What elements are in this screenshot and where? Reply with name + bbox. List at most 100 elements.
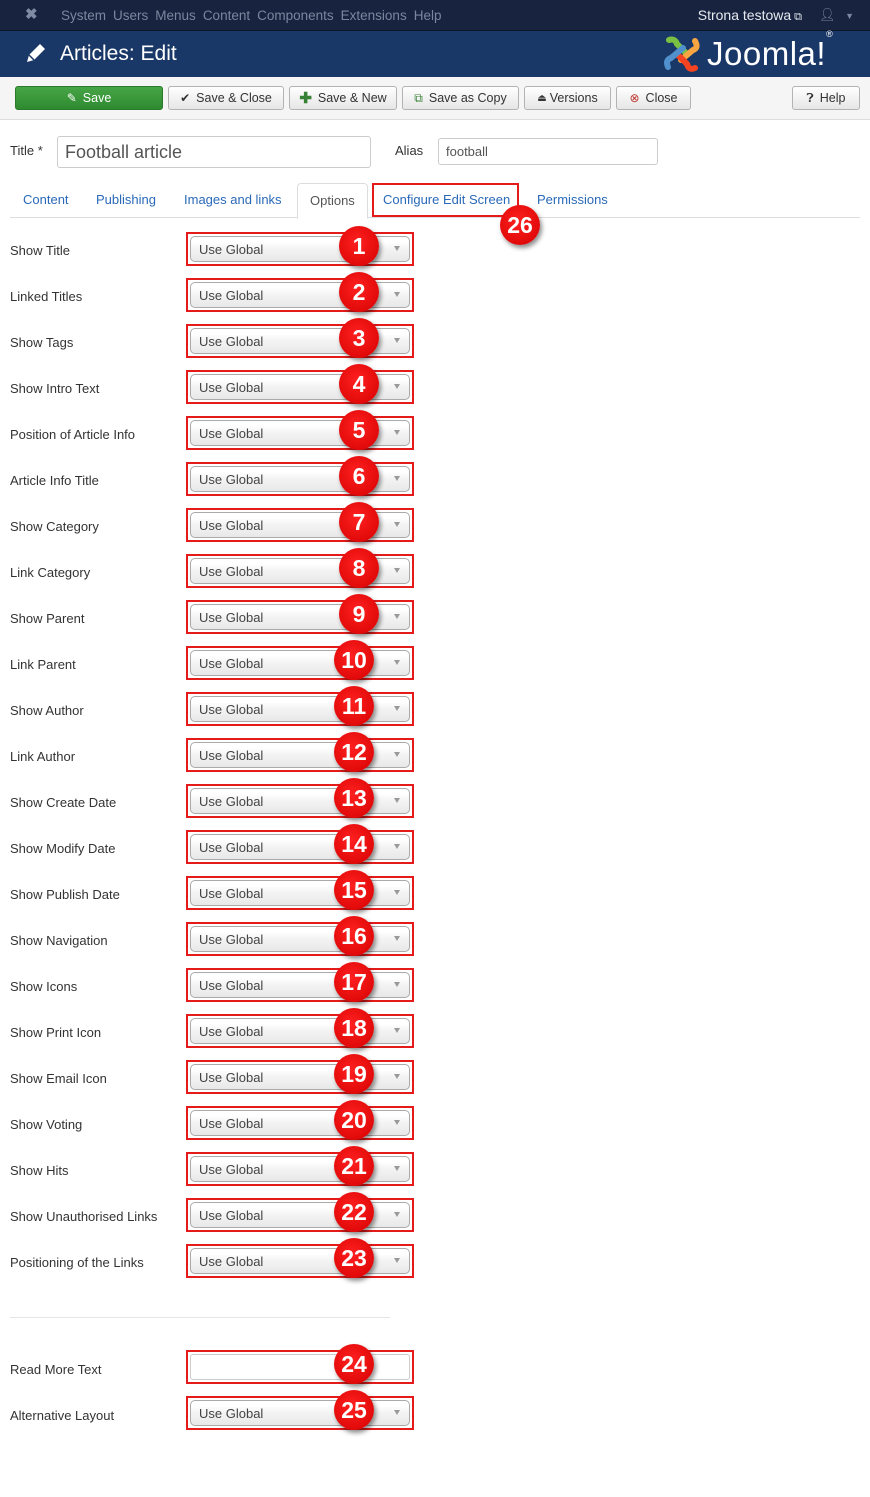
menu-extensions[interactable]: Extensions <box>341 8 407 23</box>
title-label: Title * <box>10 143 43 158</box>
cancel-icon: ⊗ <box>629 91 640 105</box>
show-create-date-label: Show Create Date <box>10 795 117 810</box>
annotation-box <box>186 508 414 542</box>
save-button[interactable]: ✎ Save <box>15 86 163 110</box>
annotation-box <box>372 183 519 217</box>
page-title: Articles: Edit <box>60 42 177 65</box>
tab-options[interactable]: Options <box>297 183 368 219</box>
alias-value: football <box>446 144 488 159</box>
annotation-box <box>186 1396 414 1430</box>
link-parent-label: Link Parent <box>10 657 76 672</box>
annotation-box <box>186 554 414 588</box>
archive-icon: ⏏ <box>537 92 547 104</box>
show-publish-date-label: Show Publish Date <box>10 887 120 902</box>
annotation-box <box>186 1106 414 1140</box>
annotation-badge: 7 <box>339 502 379 542</box>
save-new-label: Save & New <box>317 91 387 105</box>
joomla-icon[interactable]: ✖ <box>25 7 41 23</box>
external-link-icon: ⧉ <box>794 11 802 23</box>
annotation-box <box>186 278 414 312</box>
menu-help[interactable]: Help <box>414 8 442 23</box>
annotation-badge: 9 <box>339 594 379 634</box>
tab-permissions[interactable]: Permissions <box>537 183 608 218</box>
annotation-badge: 13 <box>334 778 374 818</box>
annotation-badge: 6 <box>339 456 379 496</box>
save-copy-label: Save as Copy <box>428 91 507 105</box>
divider <box>10 1317 390 1318</box>
show-email-icon-label: Show Email Icon <box>10 1071 107 1086</box>
plus-icon: ✚ <box>299 90 312 107</box>
show-intro-text-label: Show Intro Text <box>10 381 100 396</box>
title-value: Football article <box>65 141 183 162</box>
menu-users[interactable]: Users <box>113 8 148 23</box>
save-new-button[interactable]: ✚ Save & New <box>289 86 397 110</box>
help-label: Help <box>819 91 846 105</box>
annotation-box <box>186 968 414 1002</box>
annotation-box <box>186 738 414 772</box>
menu-system[interactable]: System <box>61 8 106 23</box>
copy-icon: ⧉ <box>414 90 423 105</box>
tab-content[interactable]: Content <box>23 183 69 218</box>
annotation-badge: 5 <box>339 410 379 450</box>
annotation-badge: 14 <box>334 824 374 864</box>
title-input[interactable]: Football article <box>57 136 371 168</box>
tab-images-links[interactable]: Images and links <box>184 183 282 218</box>
show-author-label: Show Author <box>10 703 84 718</box>
close-button[interactable]: ⊗ Close <box>616 86 691 110</box>
edit-icon: ✎ <box>66 91 77 105</box>
site-link[interactable]: Strona testowa ⧉ <box>698 7 802 24</box>
alias-label: Alias <box>395 143 424 158</box>
save-copy-button[interactable]: ⧉ Save as Copy <box>402 86 519 110</box>
annotation-box <box>186 876 414 910</box>
annotation-box <box>186 1152 414 1186</box>
toolbar: ✎ Save ✔ Save & Close ✚ Save & New ⧉ Save as… <box>0 77 870 120</box>
annotation-box <box>186 784 414 818</box>
annotation-box <box>186 232 414 266</box>
versions-button[interactable]: ⏏ Versions <box>524 86 611 110</box>
close-label: Close <box>645 91 678 105</box>
menu-content[interactable]: Content <box>203 8 250 23</box>
help-button[interactable]: ❓︎ Help <box>792 86 860 110</box>
annotation-badge: 21 <box>334 1146 374 1186</box>
save-close-label: Save & Close <box>196 91 272 105</box>
annotation-badge: 1 <box>339 226 379 266</box>
joomla-logo: Joomla!® <box>663 29 833 73</box>
menu-menus[interactable]: Menus <box>155 8 196 23</box>
tab-publishing[interactable]: Publishing <box>96 183 156 218</box>
save-close-button[interactable]: ✔ Save & Close <box>168 86 284 110</box>
alternative-layout-label: Alternative Layout <box>10 1408 115 1423</box>
user-menu[interactable]: 👤︎ ▼ <box>819 7 854 23</box>
brand-text: Joomla! <box>707 35 827 72</box>
main-menu: System Users Menus Content Components Ex… <box>61 0 448 31</box>
alias-input[interactable]: football <box>438 138 658 165</box>
annotation-badge: 24 <box>334 1344 374 1384</box>
show-navigation-label: Show Navigation <box>10 933 108 948</box>
position-of-article-info-label: Position of Article Info <box>10 427 136 442</box>
annotation-box <box>186 370 414 404</box>
caret-down-icon: ▼ <box>845 11 854 21</box>
linked-titles-label: Linked Titles <box>10 289 83 304</box>
annotation-badge: 16 <box>334 916 374 956</box>
annotation-badge: 4 <box>339 364 379 404</box>
annotation-badge: 25 <box>334 1390 374 1430</box>
annotation-box <box>186 922 414 956</box>
annotation-badge: 15 <box>334 870 374 910</box>
show-parent-label: Show Parent <box>10 611 85 626</box>
annotation-badge: 12 <box>334 732 374 772</box>
positioning-of-the-links-label: Positioning of the Links <box>10 1255 144 1270</box>
read-more-label: Read More Text <box>10 1362 102 1377</box>
site-link-label: Strona testowa <box>697 7 792 23</box>
annotation-box <box>186 462 414 496</box>
show-icons-label: Show Icons <box>10 979 78 994</box>
show-modify-date-label: Show Modify Date <box>10 841 116 856</box>
menu-components[interactable]: Components <box>257 8 334 23</box>
joomla-logo-icon <box>664 36 700 72</box>
registered-mark: ® <box>826 29 834 39</box>
show-unauthorised-links-label: Show Unauthorised Links <box>10 1209 158 1224</box>
pencil-icon <box>27 44 45 62</box>
joomla-brand: Joomla!® <box>707 29 833 73</box>
annotation-badge: 18 <box>334 1008 374 1048</box>
link-author-label: Link Author <box>10 749 76 764</box>
show-voting-label: Show Voting <box>10 1117 83 1132</box>
annotation-badge: 8 <box>339 548 379 588</box>
